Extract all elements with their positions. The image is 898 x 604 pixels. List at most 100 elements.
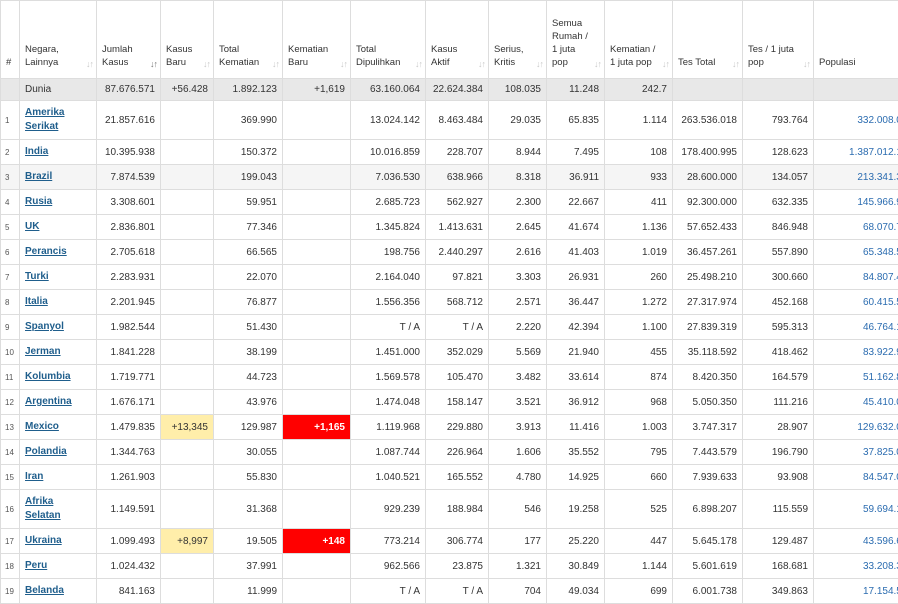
country-link[interactable]: Iran — [25, 471, 43, 482]
table-row: 12 Argentina 1.676.171 43.976 1.474.048 158.1… — [0, 389, 898, 415]
recovered-cell: 10.016.859 — [350, 139, 426, 165]
sort-arrows-icon[interactable]: ↓↑ — [340, 58, 348, 71]
country-link[interactable]: India — [25, 146, 48, 157]
critical-cell: 2.645 — [488, 214, 547, 240]
column-header-active[interactable]: Kasus Aktif ↓↑ — [425, 0, 489, 79]
total-deaths-cell: 199.043 — [213, 164, 283, 190]
total-deaths-cell: 59.951 — [213, 189, 283, 215]
column-header-tests[interactable]: Tes Total ↓↑ — [672, 0, 743, 79]
sort-arrows-icon[interactable]: ↓↑ — [594, 58, 602, 71]
active-cell: 158.147 — [425, 389, 489, 415]
column-header-label: # — [6, 57, 12, 68]
sort-arrows-icon[interactable]: ↓↑ — [272, 58, 280, 71]
row-index: 8 — [0, 289, 20, 315]
total-cases-cell: 87.676.571 — [96, 78, 161, 101]
column-header-tests-per-million[interactable]: Tes / 1 juta pop ↓↑ — [742, 0, 814, 79]
country-cell: Perancis — [19, 239, 97, 265]
deaths-per-million-cell: 874 — [604, 364, 673, 390]
country-link[interactable]: Jerman — [25, 346, 61, 357]
world-label: Dunia — [19, 78, 97, 101]
column-header-deaths-per-million[interactable]: Kematian / 1 juta pop ↓↑ — [604, 0, 673, 79]
country-link[interactable]: Afrika Selatan — [25, 496, 61, 521]
country-link[interactable]: Mexico — [25, 421, 59, 432]
country-link[interactable]: Belanda — [25, 585, 64, 596]
population-cell: 43.596.601 — [813, 528, 898, 554]
country-link[interactable]: Rusia — [25, 196, 52, 207]
table-row: 19 Belanda 841.163 11.999 T / AT / A 704 49.03… — [0, 578, 898, 604]
country-link[interactable]: Ukraina — [25, 535, 62, 546]
tests-cell: 28.600.000 — [672, 164, 743, 190]
tests-cell: 36.457.261 — [672, 239, 743, 265]
column-header-total-cases[interactable]: Jumlah Kasus ↓↑ — [96, 0, 161, 79]
column-header-critical[interactable]: Serius, Kritis ↓↑ — [488, 0, 547, 79]
recovered-cell: 198.756 — [350, 239, 426, 265]
critical-cell: 5.569 — [488, 339, 547, 365]
country-link[interactable]: Turki — [25, 271, 49, 282]
total-deaths-cell: 66.565 — [213, 239, 283, 265]
tests-cell: 5.645.178 — [672, 528, 743, 554]
tests-cell: 5.601.619 — [672, 553, 743, 579]
country-link[interactable]: UK — [25, 221, 39, 232]
column-header-cases-per-million[interactable]: Semua Rumah / 1 juta pop ↓↑ — [546, 0, 605, 79]
table-row: 15 Iran 1.261.903 55.830 1.040.521 165.552 4.7… — [0, 464, 898, 490]
country-link[interactable]: Polandia — [25, 446, 67, 457]
population-cell: 46.764.193 — [813, 314, 898, 340]
critical-cell: 3.303 — [488, 264, 547, 290]
country-link[interactable]: Italia — [25, 296, 48, 307]
new-deaths-cell — [282, 389, 351, 415]
row-index: 14 — [0, 439, 20, 465]
new-deaths-cell — [282, 553, 351, 579]
table-row: 9 Spanyol 1.982.544 51.430 T / AT / A 2.220 42… — [0, 314, 898, 340]
total-deaths-cell: 77.346 — [213, 214, 283, 240]
active-cell: 568.712 — [425, 289, 489, 315]
total-cases-cell: 2.836.801 — [96, 214, 161, 240]
column-header-index[interactable]: # — [0, 0, 20, 79]
sort-arrows-icon[interactable]: ↓↑ — [150, 58, 158, 71]
new-deaths-cell — [282, 239, 351, 265]
column-header-new-cases[interactable]: Kasus Baru ↓↑ — [160, 0, 214, 79]
new-cases-cell — [160, 139, 214, 165]
country-link[interactable]: Brazil — [25, 171, 52, 182]
population-cell: 33.208.372 — [813, 553, 898, 579]
deaths-per-million-cell: 1.003 — [604, 414, 673, 440]
total-deaths-cell: 44.723 — [213, 364, 283, 390]
sort-arrows-icon[interactable]: ↓↑ — [536, 58, 544, 71]
sort-arrows-icon[interactable]: ↓↑ — [86, 58, 94, 71]
country-link[interactable]: Spanyol — [25, 321, 64, 332]
total-deaths-cell: 37.991 — [213, 553, 283, 579]
sort-arrows-icon[interactable]: ↓↑ — [662, 58, 670, 71]
row-index: 9 — [0, 314, 20, 340]
column-header-new-deaths[interactable]: Kematian Baru ↓↑ — [282, 0, 351, 79]
row-index: 3 — [0, 164, 20, 190]
sort-arrows-icon[interactable]: ↓↑ — [415, 58, 423, 71]
recovered-cell: 962.566 — [350, 553, 426, 579]
country-link[interactable]: Amerika Serikat — [25, 107, 64, 132]
critical-cell: 1.321 — [488, 553, 547, 579]
total-deaths-cell: 51.430 — [213, 314, 283, 340]
country-link[interactable]: Peru — [25, 560, 47, 571]
sort-arrows-icon[interactable]: ↓↑ — [732, 58, 740, 71]
active-cell: 105.470 — [425, 364, 489, 390]
new-cases-cell — [160, 364, 214, 390]
active-cell: 23.875 — [425, 553, 489, 579]
population-cell: 213.341.358 — [813, 164, 898, 190]
total-cases-cell: 10.395.938 — [96, 139, 161, 165]
new-cases-cell — [160, 289, 214, 315]
column-header-population[interactable]: Populasi↓↑ — [813, 0, 898, 79]
country-link[interactable]: Perancis — [25, 246, 67, 257]
tests-cell: 27.317.974 — [672, 289, 743, 315]
sort-arrows-icon[interactable]: ↓↑ — [803, 58, 811, 71]
column-header-label: Negara, Lainnya — [25, 44, 59, 68]
total-cases-cell: 841.163 — [96, 578, 161, 604]
column-header-country[interactable]: Negara, Lainnya ↓↑ — [19, 0, 97, 79]
row-index: 6 — [0, 239, 20, 265]
sort-arrows-icon[interactable]: ↓↑ — [203, 58, 211, 71]
row-index: 18 — [0, 553, 20, 579]
sort-arrows-icon[interactable]: ↓↑ — [478, 58, 486, 71]
country-link[interactable]: Kolumbia — [25, 371, 71, 382]
country-link[interactable]: Argentina — [25, 396, 72, 407]
deaths-per-million-cell: 795 — [604, 439, 673, 465]
column-header-total-deaths[interactable]: Total Kematian ↓↑ — [213, 0, 283, 79]
table-row: 14 Polandia 1.344.763 30.055 1.087.744 226.96… — [0, 439, 898, 465]
column-header-recovered[interactable]: Total Dipulihkan ↓↑ — [350, 0, 426, 79]
